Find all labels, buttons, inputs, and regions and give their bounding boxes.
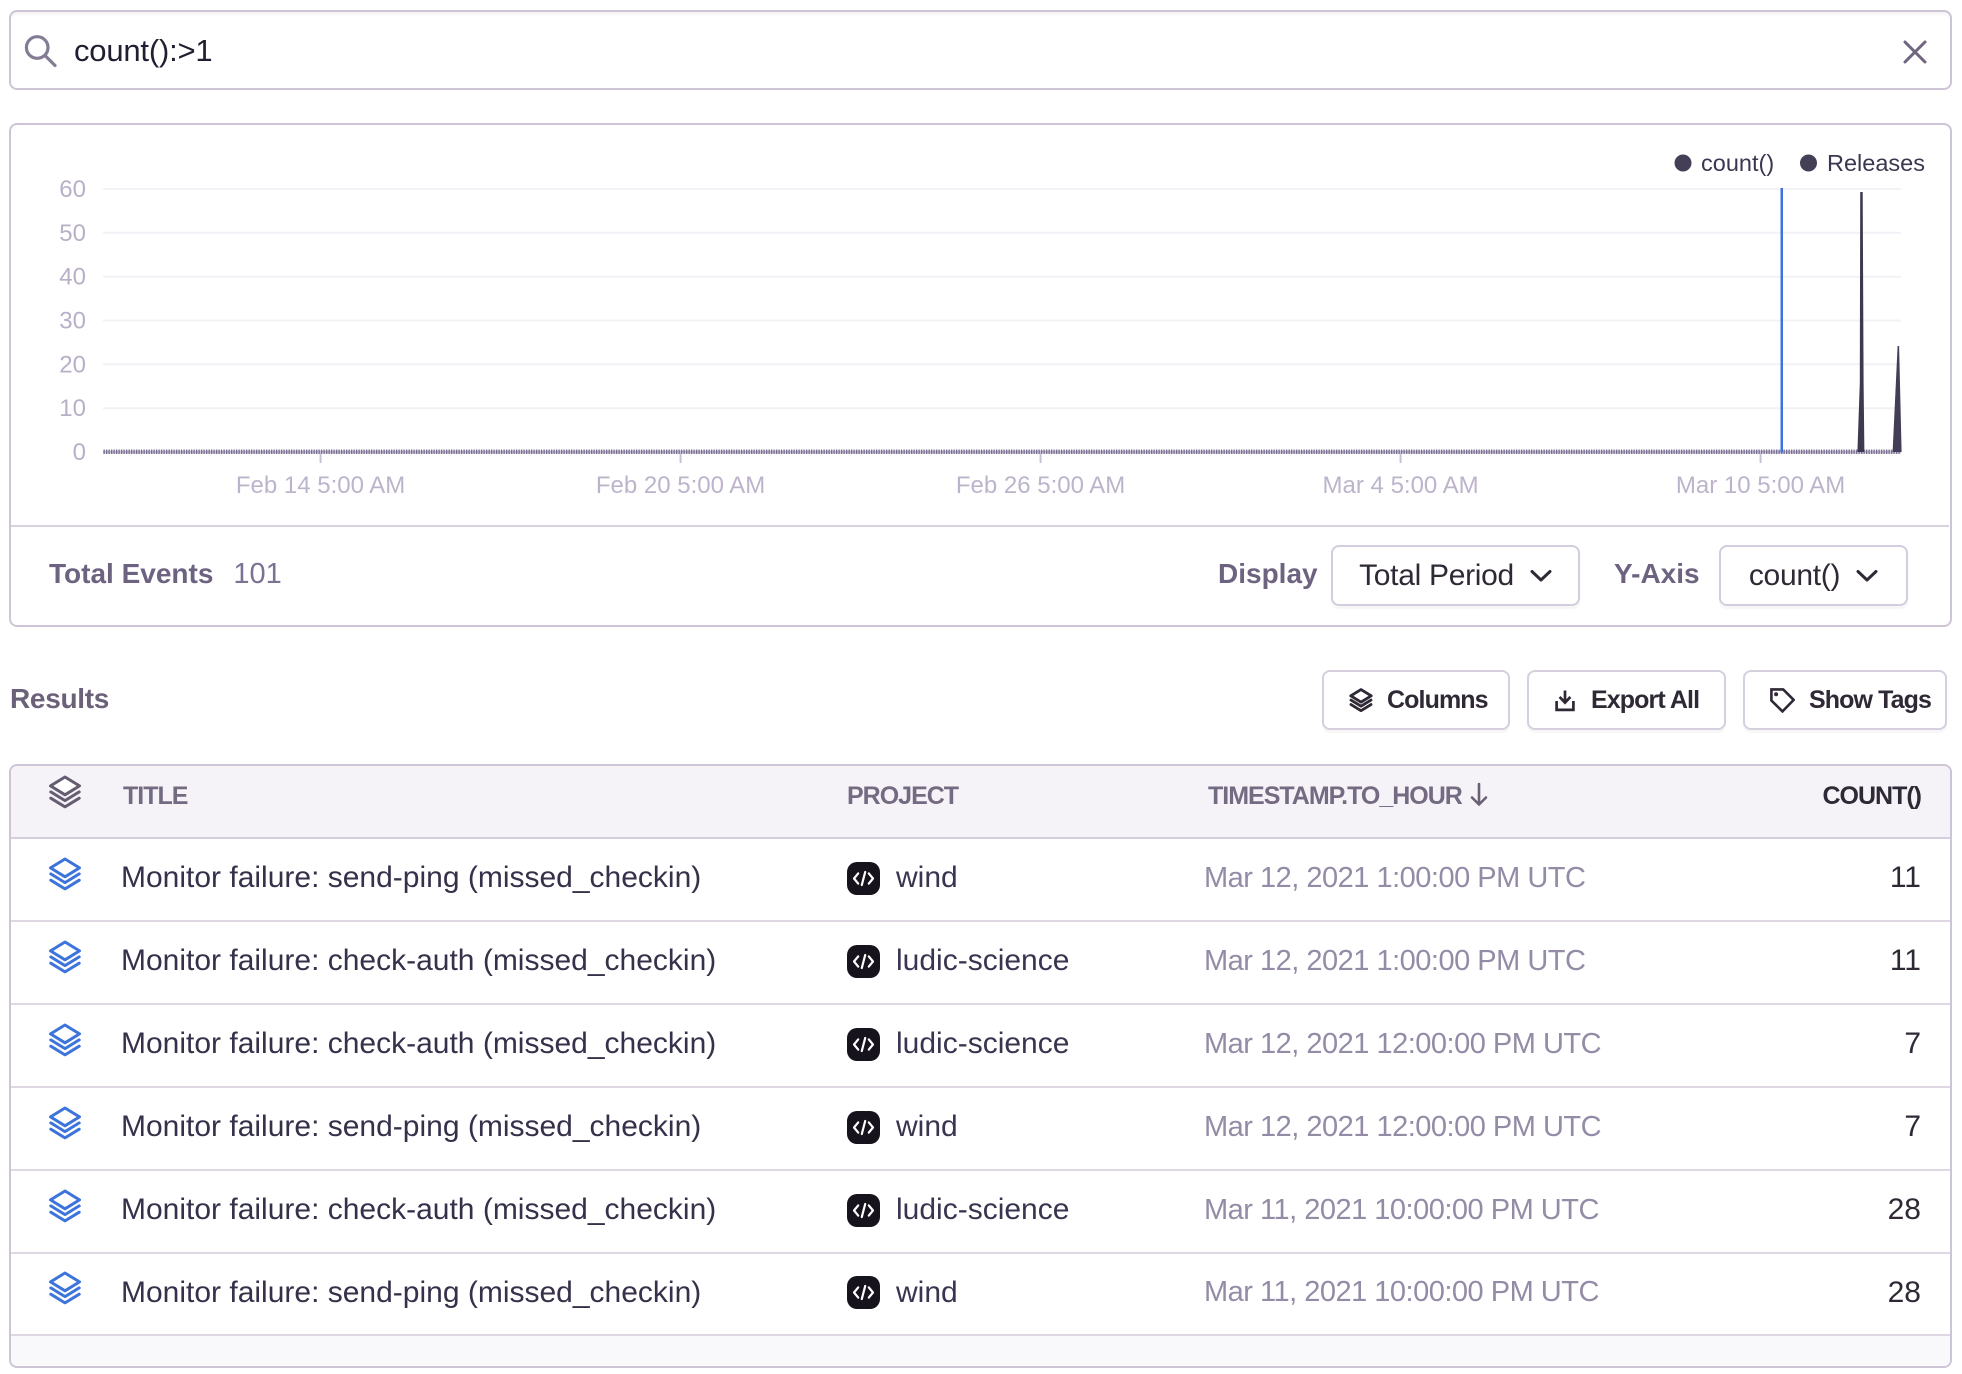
svg-text:30: 30 xyxy=(59,308,86,335)
svg-text:Feb 14 5:00 AM: Feb 14 5:00 AM xyxy=(236,472,405,499)
svg-text:20: 20 xyxy=(59,351,86,378)
svg-text:0: 0 xyxy=(73,439,86,466)
svg-text:60: 60 xyxy=(59,176,86,203)
svg-text:Feb 20 5:00 AM: Feb 20 5:00 AM xyxy=(596,472,765,499)
svg-text:Mar 4 5:00 AM: Mar 4 5:00 AM xyxy=(1323,472,1479,499)
svg-text:Releases: Releases xyxy=(1827,150,1925,176)
svg-text:Feb 26 5:00 AM: Feb 26 5:00 AM xyxy=(956,472,1125,499)
svg-text:10: 10 xyxy=(59,395,86,422)
svg-text:40: 40 xyxy=(59,264,86,291)
svg-text:50: 50 xyxy=(59,220,86,247)
svg-text:Mar 10 5:00 AM: Mar 10 5:00 AM xyxy=(1676,472,1845,499)
svg-text:count(): count() xyxy=(1701,150,1774,176)
